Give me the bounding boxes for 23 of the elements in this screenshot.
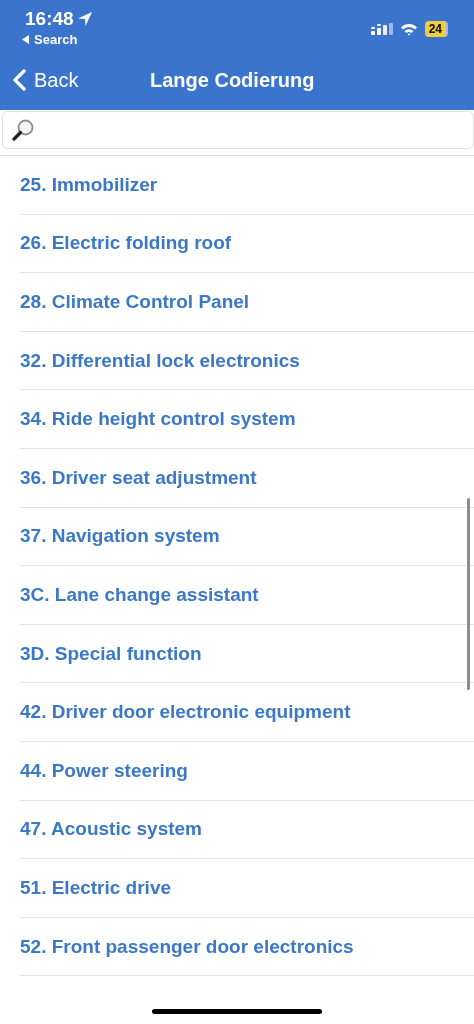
signal-icon [370,23,393,35]
list-item[interactable]: 32. Differential lock electronics [20,331,474,391]
chevron-left-icon [12,69,26,91]
list-item[interactable]: 47. Acoustic system [20,800,474,860]
left-triangle-icon [22,35,30,44]
screen-title: Lange Codierung [150,68,315,92]
location-arrow-icon [76,11,93,27]
search-icon [11,118,35,142]
list-item[interactable]: 42. Driver door electronic equipment [20,683,474,742]
list-item[interactable]: 36. Driver seat adjustment [20,448,474,508]
search-field[interactable] [2,111,474,149]
battery-indicator: 24 [424,21,448,37]
list-item[interactable]: 52. Front passenger door electronics [20,917,474,977]
wifi-icon [399,22,418,36]
list-item[interactable]: 34. Ride height control system [20,390,474,449]
list-item[interactable]: 26. Electric folding roof [20,214,474,274]
list-item[interactable]: 28. Climate Control Panel [20,273,474,332]
back-button[interactable]: Back [0,68,79,92]
list-item[interactable]: 51. Electric drive [20,859,474,918]
list-item[interactable]: 25. Immobilizer [20,156,474,215]
back-to-app-link[interactable]: Search [22,30,78,47]
status-time: 16:48 [25,8,74,30]
list-item[interactable]: 44. Power steering [20,741,474,801]
